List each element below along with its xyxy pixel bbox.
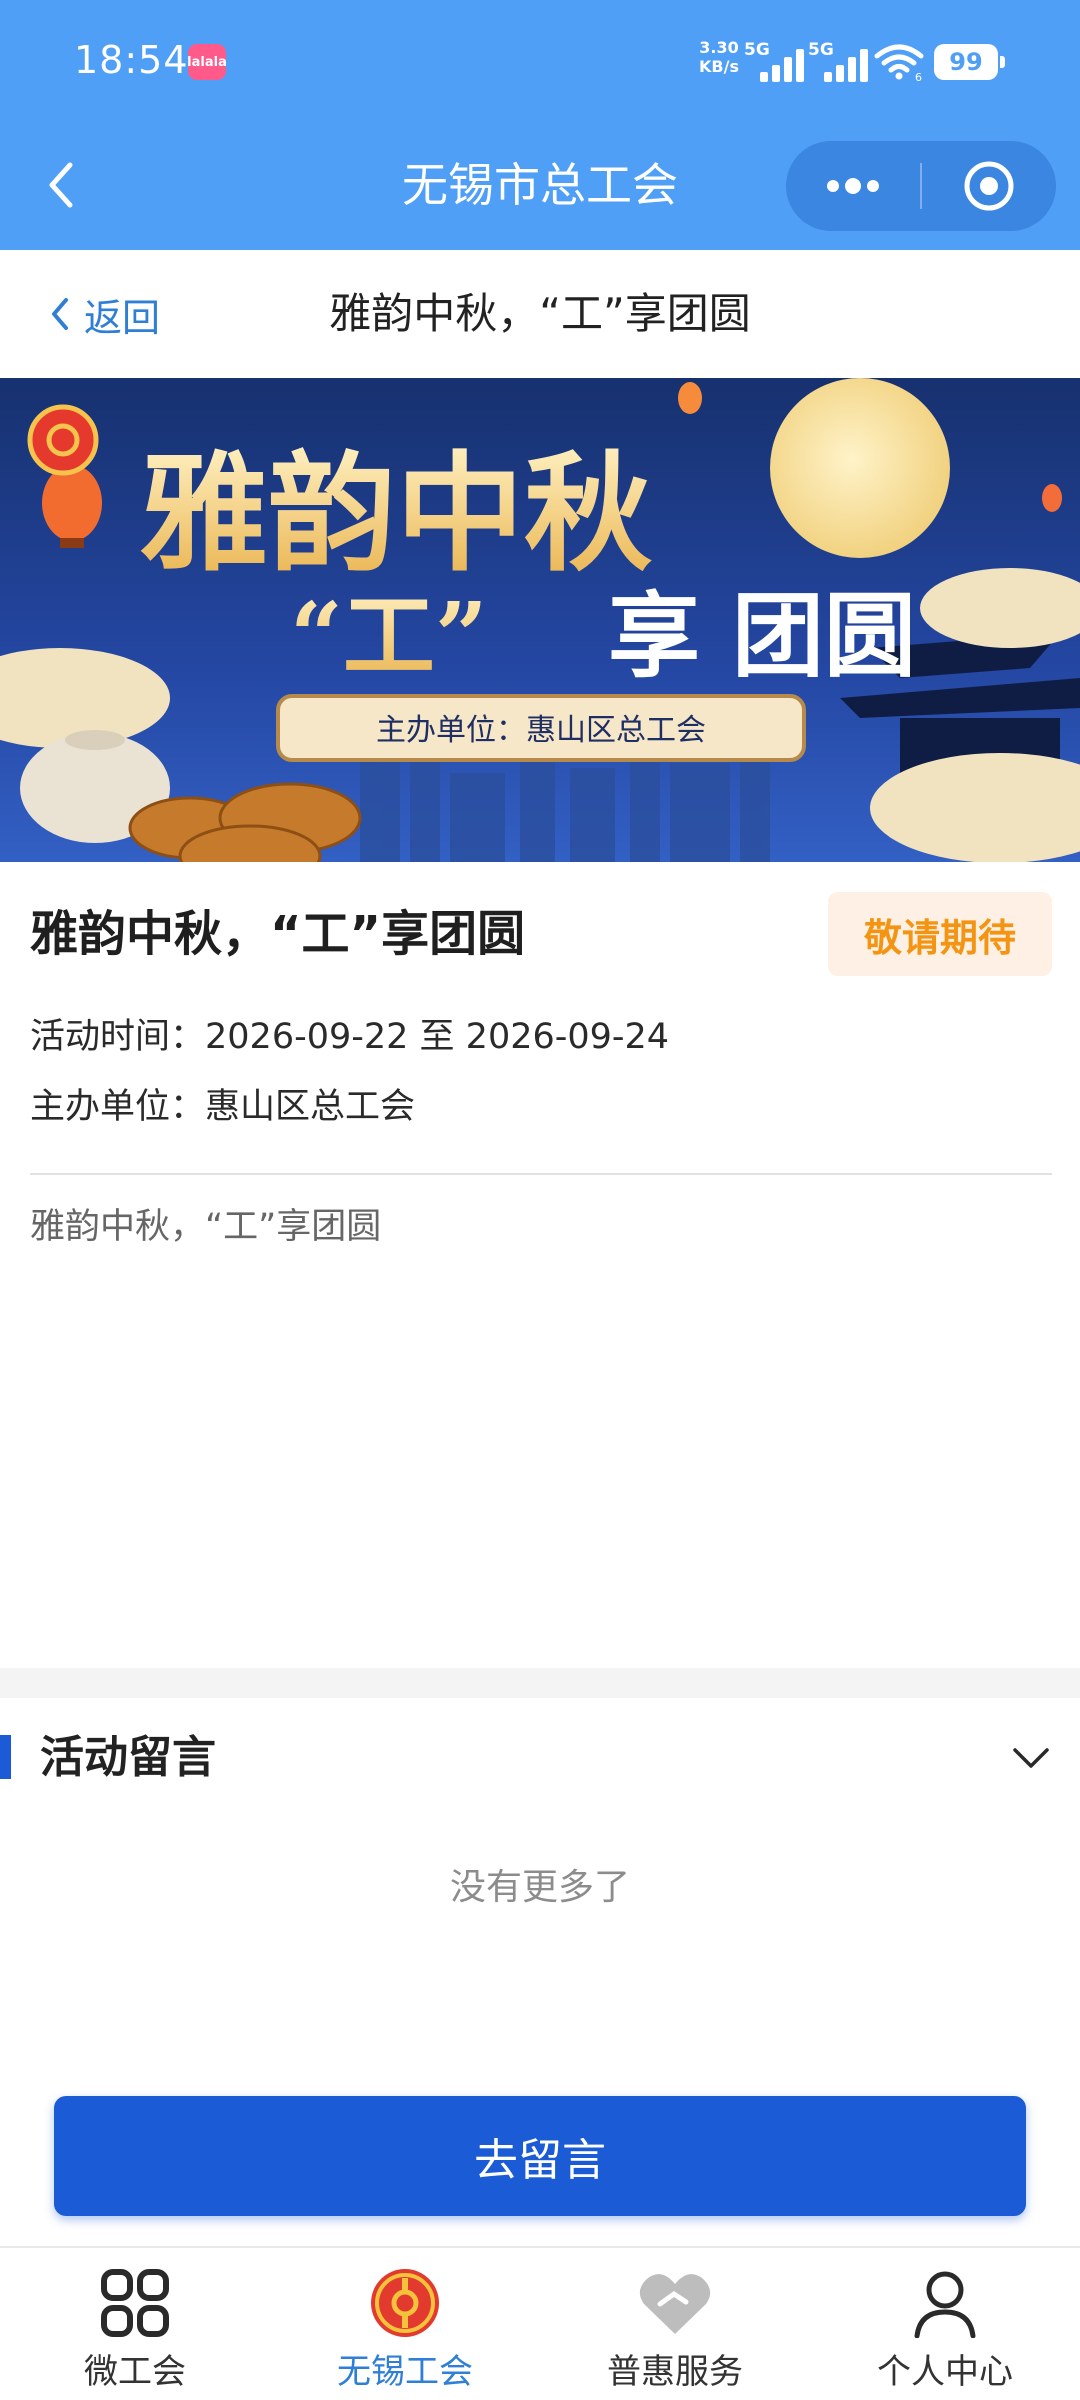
tab-label: 个人中心 bbox=[877, 2352, 1013, 2392]
sim1-signal-icon: 5G bbox=[744, 40, 808, 82]
activity-organizer-value: 惠山区总工会 bbox=[205, 1087, 416, 1127]
page-navigation: 返回 雅韵中秋，“工”享团圆 bbox=[0, 250, 1080, 378]
banner-organizer-plate: 主办单位：惠山区总工会 bbox=[276, 694, 806, 762]
lantern-right bbox=[1042, 484, 1062, 512]
divider bbox=[30, 1173, 1052, 1175]
network-speed-value: 3.30 bbox=[699, 38, 739, 57]
tab-puhui-service[interactable]: 普惠服务 bbox=[540, 2248, 810, 2400]
heart-handshake-icon bbox=[638, 2266, 712, 2340]
tab-label: 无锡工会 bbox=[337, 2352, 473, 2392]
sim2-signal-icon: 5G bbox=[808, 40, 872, 82]
status-bar: 18:54 lalala 3.30 KB/s 5G 5G 6 99 bbox=[0, 0, 1080, 125]
chevron-down-icon[interactable] bbox=[1006, 1736, 1056, 1780]
activity-time-value: 2026-09-22 至 2026-09-24 bbox=[205, 1017, 670, 1057]
bottom-tab-bar: 微工会 无锡工会 普惠服务 个人中心 bbox=[0, 2246, 1080, 2400]
activity-title: 雅韵中秋，“工”享团圆 bbox=[30, 906, 526, 962]
grid-icon bbox=[98, 2266, 172, 2340]
banner-headline-quote: “工” bbox=[290, 582, 488, 690]
banner-headline-line1: 雅韵中秋 bbox=[140, 439, 652, 589]
comments-title: 活动留言 bbox=[40, 1732, 216, 1783]
mini-program-title: 无锡市总工会 bbox=[402, 158, 678, 212]
activity-time-row: 活动时间：2026-09-22 至 2026-09-24 bbox=[30, 1012, 669, 1062]
battery-icon: 99 bbox=[934, 44, 1005, 80]
comments-section: 活动留言 没有更多了 去留言 bbox=[0, 1698, 1080, 2248]
mini-program-header: 无锡市总工会 bbox=[0, 125, 1080, 250]
close-target-icon[interactable] bbox=[922, 141, 1056, 231]
activity-description: 雅韵中秋，“工”享团圆 bbox=[30, 1207, 382, 1247]
banner-headline-rest: 享 团圆 bbox=[608, 582, 916, 690]
comments-empty-text: 没有更多了 bbox=[449, 1867, 630, 1908]
activity-status-badge: 敬请期待 bbox=[828, 892, 1052, 976]
banner-organizer-text: 主办单位：惠山区总工会 bbox=[376, 713, 706, 748]
section-accent-bar bbox=[0, 1735, 11, 1779]
battery-level: 99 bbox=[949, 48, 983, 76]
app-notification-icon: lalala bbox=[187, 44, 227, 80]
tab-weigonghui[interactable]: 微工会 bbox=[0, 2248, 270, 2400]
capsule-menu bbox=[786, 141, 1056, 231]
lantern-small bbox=[678, 382, 702, 414]
activity-info: 雅韵中秋，“工”享团圆 敬请期待 活动时间：2026-09-22 至 2026-… bbox=[0, 862, 1080, 1668]
wifi-label: 6 bbox=[915, 71, 922, 82]
wifi-icon: 6 bbox=[874, 42, 924, 84]
tab-personal-center[interactable]: 个人中心 bbox=[810, 2248, 1080, 2400]
union-emblem-icon bbox=[27, 404, 99, 476]
person-icon bbox=[908, 2266, 982, 2340]
page-back-button[interactable]: 返回 bbox=[50, 286, 160, 342]
section-gap bbox=[0, 1668, 1080, 1698]
page-title: 雅韵中秋，“工”享团圆 bbox=[329, 289, 751, 338]
back-arrow-icon[interactable] bbox=[36, 155, 86, 215]
activity-organizer-row: 主办单位：惠山区总工会 bbox=[30, 1082, 415, 1132]
tab-wuxi-union[interactable]: 无锡工会 bbox=[270, 2248, 540, 2400]
activity-time-label: 活动时间： bbox=[30, 1017, 206, 1057]
status-time: 18:54 bbox=[74, 38, 189, 82]
page-back-label: 返回 bbox=[84, 295, 161, 340]
tab-label: 微工会 bbox=[84, 2352, 186, 2392]
tab-label: 普惠服务 bbox=[607, 2352, 743, 2392]
network-speed: 3.30 KB/s bbox=[694, 38, 744, 76]
activity-organizer-label: 主办单位： bbox=[30, 1087, 206, 1127]
chevron-left-icon bbox=[52, 298, 68, 330]
network-speed-unit: KB/s bbox=[699, 57, 739, 76]
moon bbox=[770, 378, 950, 558]
union-emblem-icon bbox=[368, 2266, 442, 2340]
activity-banner: 雅韵中秋 “工” 享 团圆 主办单位：惠山区总工会 bbox=[0, 378, 1080, 862]
leave-comment-button[interactable]: 去留言 bbox=[54, 2096, 1026, 2216]
more-dots-icon[interactable] bbox=[786, 141, 920, 231]
